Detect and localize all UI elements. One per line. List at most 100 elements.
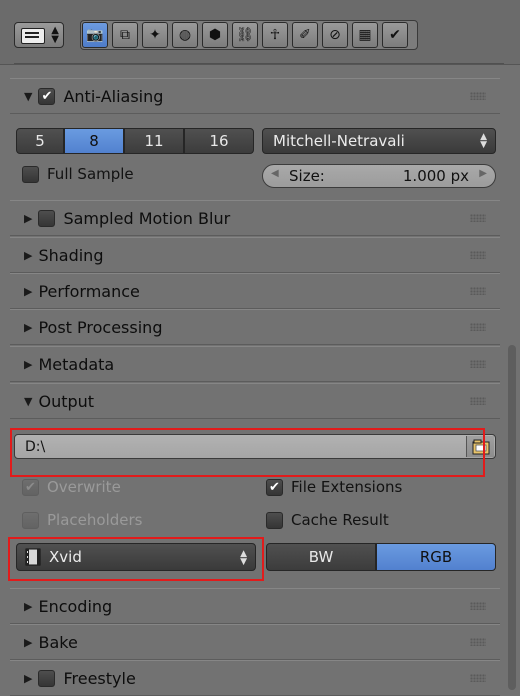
- context-tab-modifiers-icon[interactable]: ☥: [262, 22, 288, 48]
- data-icon: ✐: [299, 27, 311, 43]
- drag-grip-icon[interactable]: [470, 360, 486, 368]
- post-processing-panel-header[interactable]: ▶ Post Processing: [10, 309, 500, 345]
- chevron-updown-icon: ▲ ▼: [240, 549, 247, 567]
- sampled-motion-blur-panel-header[interactable]: ▶ Sampled Motion Blur: [10, 200, 500, 236]
- file-extensions-checkbox[interactable]: ✔: [266, 478, 283, 496]
- aa-sample-8[interactable]: 8: [64, 128, 124, 154]
- file-extensions-label: File Extensions: [291, 478, 403, 496]
- folder-browse-button[interactable]: [466, 436, 494, 457]
- collapsed-triangle-icon: ▶: [24, 599, 33, 613]
- drag-grip-icon[interactable]: [470, 251, 486, 259]
- bake-panel-header[interactable]: ▶ Bake: [10, 624, 500, 660]
- file-extensions-option[interactable]: ✔ File Extensions: [266, 478, 402, 496]
- output-path-field[interactable]: D:\: [14, 434, 496, 459]
- placeholders-checkbox[interactable]: [22, 511, 39, 529]
- context-tab-particles-icon[interactable]: ✔: [382, 22, 408, 48]
- overwrite-checkbox[interactable]: ✔: [22, 478, 39, 496]
- aa-sample-11[interactable]: 11: [124, 128, 184, 154]
- cache-result-option[interactable]: Cache Result: [266, 511, 389, 529]
- collapsed-triangle-icon: ▶: [24, 357, 33, 371]
- drag-grip-icon[interactable]: [470, 638, 486, 646]
- vertical-scrollbar[interactable]: [508, 345, 516, 690]
- panel-title: Freestyle: [63, 668, 136, 688]
- collapsed-triangle-icon: ▶: [24, 635, 33, 649]
- expanded-triangle-icon: ▼: [24, 89, 33, 103]
- editor-type-selector[interactable]: ▲ ▼: [14, 22, 64, 48]
- collapsed-triangle-icon: ▶: [24, 248, 33, 262]
- panel-title: Anti-Aliasing: [63, 86, 164, 106]
- object-icon: ⬢: [208, 27, 222, 43]
- encoding-panel-header[interactable]: ▶ Encoding: [10, 588, 500, 624]
- context-tab-constraints-icon[interactable]: ⛓: [232, 22, 258, 48]
- anti-aliasing-checkbox[interactable]: ✔: [38, 87, 56, 105]
- shading-panel-header[interactable]: ▶ Shading: [10, 237, 500, 273]
- context-tab-texture-icon[interactable]: ▦: [352, 22, 378, 48]
- context-tab-render-layers-icon[interactable]: ⧉: [112, 22, 138, 48]
- particles-icon: ✔: [389, 27, 401, 43]
- drag-grip-icon[interactable]: [470, 674, 486, 682]
- drag-grip-icon[interactable]: [470, 323, 486, 331]
- collapsed-triangle-icon: ▶: [24, 320, 33, 334]
- collapsed-triangle-icon: ▶: [24, 211, 33, 225]
- overwrite-option[interactable]: ✔ Overwrite: [22, 478, 121, 496]
- context-tab-render-camera-icon[interactable]: 📷: [82, 22, 108, 48]
- panel-title: Sampled Motion Blur: [63, 208, 231, 228]
- drag-grip-icon[interactable]: [470, 602, 486, 610]
- placeholders-label: Placeholders: [47, 511, 143, 529]
- cache-result-label: Cache Result: [291, 511, 389, 529]
- header-divider: [14, 55, 504, 64]
- panel-title: Post Processing: [38, 317, 163, 337]
- panel-title: Metadata: [38, 354, 115, 374]
- output-path-value: D:\: [25, 438, 46, 455]
- chevron-updown-icon: ▲ ▼: [51, 25, 59, 45]
- panel-title: Bake: [38, 632, 78, 652]
- context-tab-world-icon[interactable]: ◍: [172, 22, 198, 48]
- panel-title: Encoding: [38, 596, 113, 616]
- color-mode-bw[interactable]: BW: [266, 543, 376, 571]
- decrement-arrow-icon[interactable]: ◀: [271, 168, 279, 179]
- aa-sample-5[interactable]: 5: [16, 128, 64, 154]
- drag-grip-icon[interactable]: [470, 287, 486, 295]
- aa-filter-dropdown[interactable]: Mitchell-Netravali ▲ ▼: [262, 128, 496, 154]
- context-tab-material-icon[interactable]: ⊘: [322, 22, 348, 48]
- file-format-dropdown[interactable]: Xvid ▲ ▼: [16, 543, 256, 571]
- file-format-value: Xvid: [49, 548, 82, 566]
- performance-panel-header[interactable]: ▶ Performance: [10, 273, 500, 309]
- full-sample-option[interactable]: Full Sample: [22, 165, 134, 183]
- scene-icon: ✦: [149, 27, 161, 43]
- drag-grip-icon[interactable]: [470, 397, 486, 405]
- movie-file-icon: [25, 548, 41, 566]
- full-sample-checkbox[interactable]: [22, 165, 39, 183]
- texture-icon: ▦: [358, 27, 372, 43]
- context-tab-object-icon[interactable]: ⬢: [202, 22, 228, 48]
- expanded-triangle-icon: ▼: [24, 394, 33, 408]
- folder-icon: [472, 439, 489, 454]
- increment-arrow-icon[interactable]: ▶: [479, 168, 487, 179]
- drag-grip-icon[interactable]: [470, 92, 486, 100]
- drag-grip-icon[interactable]: [470, 214, 486, 222]
- output-panel-header[interactable]: ▼ Output: [10, 383, 500, 419]
- sampled-motion-blur-checkbox[interactable]: [38, 209, 56, 227]
- chevron-updown-icon: ▲ ▼: [480, 132, 487, 150]
- context-tab-scene-icon[interactable]: ✦: [142, 22, 168, 48]
- collapsed-triangle-icon: ▶: [24, 671, 33, 685]
- placeholders-option[interactable]: Placeholders: [22, 511, 142, 529]
- color-mode-rgb[interactable]: RGB: [376, 543, 496, 571]
- world-icon: ◍: [178, 27, 192, 43]
- freestyle-checkbox[interactable]: [38, 669, 56, 687]
- collapsed-triangle-icon: ▶: [24, 284, 33, 298]
- anti-aliasing-panel-header[interactable]: ▼ ✔ Anti-Aliasing: [10, 78, 500, 114]
- overwrite-label: Overwrite: [47, 478, 121, 496]
- aa-sample-16[interactable]: 16: [184, 128, 254, 154]
- metadata-panel-header[interactable]: ▶ Metadata: [10, 346, 500, 382]
- modifiers-icon: ☥: [269, 27, 281, 43]
- context-tab-data-icon[interactable]: ✐: [292, 22, 318, 48]
- full-sample-label: Full Sample: [47, 165, 134, 183]
- properties-editor-icon: [21, 28, 45, 44]
- cache-result-checkbox[interactable]: [266, 511, 283, 529]
- render-layers-icon: ⧉: [120, 27, 130, 43]
- panel-title: Output: [38, 391, 95, 411]
- render-camera-icon: 📷: [86, 27, 104, 43]
- material-icon: ⊘: [329, 27, 341, 43]
- aa-size-field[interactable]: ◀ Size: 1.000 px ▶: [262, 164, 496, 188]
